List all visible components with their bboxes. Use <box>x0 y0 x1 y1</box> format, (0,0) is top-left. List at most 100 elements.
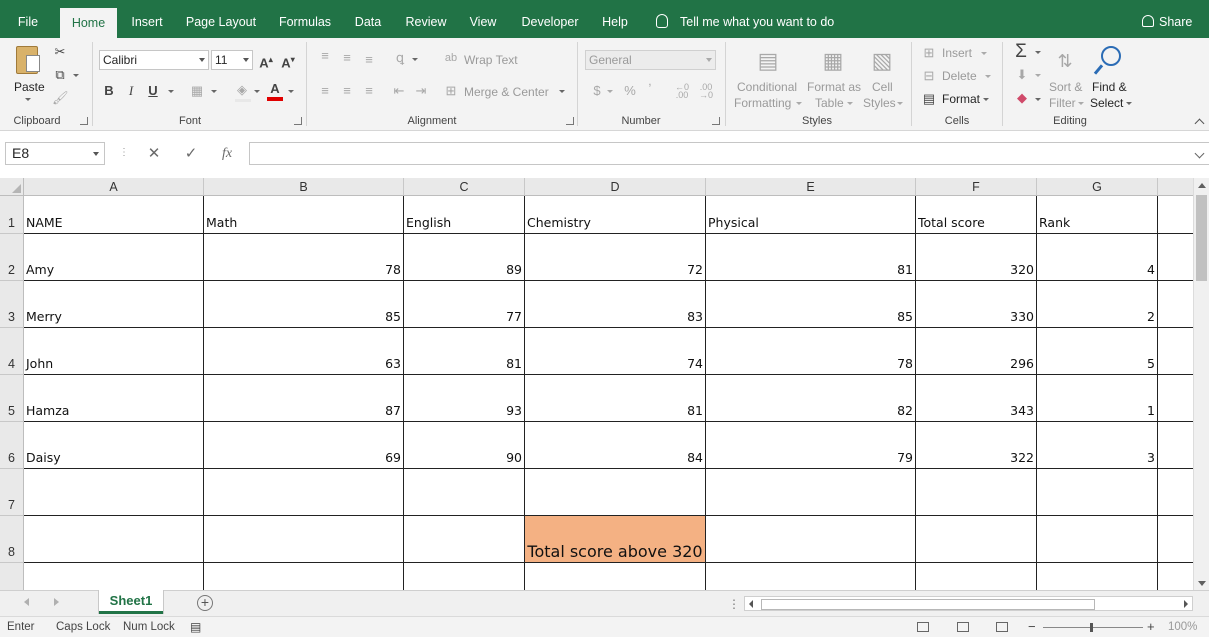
tab-view[interactable]: View <box>462 0 504 38</box>
cell[interactable] <box>916 516 1037 563</box>
align-top-icon[interactable]: ≡ <box>316 48 334 64</box>
cell-styles-button[interactable]: ▧ Cell Styles <box>862 44 906 112</box>
cell[interactable] <box>706 516 916 563</box>
paste-button[interactable]: Paste <box>10 44 46 102</box>
prev-sheet-icon[interactable] <box>24 598 29 606</box>
score-cell[interactable]: 81 <box>525 375 706 422</box>
cell[interactable] <box>1158 234 1198 281</box>
column-header-h[interactable] <box>1158 178 1198 196</box>
cell[interactable] <box>404 469 525 516</box>
cell[interactable] <box>916 469 1037 516</box>
cell[interactable] <box>1037 563 1158 590</box>
tab-developer[interactable]: Developer <box>514 0 586 38</box>
percent-icon[interactable]: % <box>622 83 638 99</box>
wrap-text-icon[interactable]: ab <box>443 50 459 66</box>
insert-function-icon[interactable]: fx <box>217 144 237 164</box>
next-sheet-icon[interactable] <box>54 598 59 606</box>
formula-input[interactable] <box>249 142 1209 165</box>
cell[interactable] <box>404 563 525 590</box>
score-cell[interactable]: 84 <box>525 422 706 469</box>
tab-home[interactable]: Home <box>60 8 117 38</box>
cut-icon[interactable]: ✂ <box>52 44 68 60</box>
clipboard-launcher-icon[interactable] <box>80 117 88 125</box>
scroll-down-icon[interactable] <box>1198 581 1206 586</box>
delete-cells-button[interactable]: Delete <box>942 69 977 83</box>
cell[interactable] <box>1158 196 1198 234</box>
score-cell[interactable]: 4 <box>1037 234 1158 281</box>
find-select-button[interactable]: Find & Select <box>1089 44 1133 112</box>
score-cell[interactable]: 81 <box>404 328 525 375</box>
increase-indent-icon[interactable]: ⇥ <box>412 83 430 99</box>
merge-center-icon[interactable]: ⊞ <box>443 83 459 99</box>
cell[interactable] <box>24 516 204 563</box>
row-header-7[interactable]: 7 <box>0 469 24 516</box>
score-cell[interactable]: 3 <box>1037 422 1158 469</box>
page-layout-view-icon[interactable] <box>957 622 969 632</box>
header-cell[interactable]: English <box>404 196 525 234</box>
cell[interactable] <box>204 563 404 590</box>
zoom-level[interactable]: 100% <box>1168 621 1197 633</box>
cell[interactable] <box>1158 328 1198 375</box>
collapse-ribbon-icon[interactable] <box>1194 118 1205 129</box>
cell[interactable] <box>706 563 916 590</box>
format-as-table-button[interactable]: ▦ Format as Table <box>805 44 861 112</box>
cell[interactable] <box>525 563 706 590</box>
cell[interactable] <box>525 469 706 516</box>
select-all-corner[interactable] <box>0 178 24 196</box>
name-cell[interactable]: Merry <box>24 281 204 328</box>
score-cell[interactable]: 343 <box>916 375 1037 422</box>
score-cell[interactable]: 63 <box>204 328 404 375</box>
score-cell[interactable]: 330 <box>916 281 1037 328</box>
tab-review[interactable]: Review <box>398 0 454 38</box>
decrease-font-icon[interactable]: A▾ <box>280 52 296 71</box>
cell[interactable] <box>1158 281 1198 328</box>
copy-icon[interactable]: ⧉ <box>52 67 68 83</box>
score-cell[interactable]: 93 <box>404 375 525 422</box>
score-cell[interactable]: 82 <box>706 375 916 422</box>
format-painter-icon[interactable]: 🖌 <box>52 90 69 106</box>
highlight-cell-d8[interactable]: Total score above 320 <box>525 516 706 563</box>
zoom-in-icon[interactable]: + <box>1147 619 1155 634</box>
decrease-decimal-icon[interactable]: .00 →0 <box>697 83 715 100</box>
cell[interactable] <box>1158 469 1198 516</box>
score-cell[interactable]: 322 <box>916 422 1037 469</box>
score-cell[interactable]: 89 <box>404 234 525 281</box>
tab-formulas[interactable]: Formulas <box>272 0 338 38</box>
scroll-up-icon[interactable] <box>1198 183 1206 188</box>
font-color-icon[interactable]: A <box>266 81 284 97</box>
score-cell[interactable]: 72 <box>525 234 706 281</box>
row-header-8[interactable]: 8 <box>0 516 24 563</box>
tab-split-handle[interactable]: ⋮ <box>728 597 740 611</box>
add-sheet-button[interactable]: + <box>197 595 213 611</box>
score-cell[interactable]: 90 <box>404 422 525 469</box>
orientation-icon[interactable]: ꝗ <box>390 50 410 66</box>
score-cell[interactable]: 87 <box>204 375 404 422</box>
tab-page-layout[interactable]: Page Layout <box>180 0 262 38</box>
cell[interactable] <box>204 516 404 563</box>
score-cell[interactable]: 69 <box>204 422 404 469</box>
share-button[interactable]: Share <box>1142 0 1192 38</box>
increase-decimal-icon[interactable]: ←0.00 <box>673 83 691 100</box>
header-cell[interactable]: Math <box>204 196 404 234</box>
column-header-c[interactable]: C <box>404 178 525 196</box>
number-launcher-icon[interactable] <box>712 117 720 125</box>
horizontal-scrollbar[interactable] <box>744 596 1193 611</box>
align-right-icon[interactable]: ≡ <box>360 83 378 99</box>
row-header-6[interactable]: 6 <box>0 422 24 469</box>
number-format-combo[interactable]: General <box>585 50 716 70</box>
cell[interactable] <box>204 469 404 516</box>
decrease-indent-icon[interactable]: ⇤ <box>390 83 408 99</box>
row-header-3[interactable]: 3 <box>0 281 24 328</box>
score-cell[interactable]: 78 <box>204 234 404 281</box>
worksheet-grid[interactable]: ABCDEFG 12345678 NAME Math English Chemistr… <box>0 178 1209 590</box>
score-cell[interactable]: 74 <box>525 328 706 375</box>
row-header-1[interactable]: 1 <box>0 196 24 234</box>
header-cell[interactable]: Total score <box>916 196 1037 234</box>
row-header-4[interactable]: 4 <box>0 328 24 375</box>
comma-style-icon[interactable]: ʼ <box>645 81 655 97</box>
tell-me-search[interactable]: Tell me what you want to do <box>656 0 834 38</box>
column-header-d[interactable]: D <box>525 178 706 196</box>
score-cell[interactable]: 85 <box>204 281 404 328</box>
clear-icon[interactable]: ◆ <box>1013 90 1031 106</box>
header-cell[interactable]: NAME <box>24 196 204 234</box>
